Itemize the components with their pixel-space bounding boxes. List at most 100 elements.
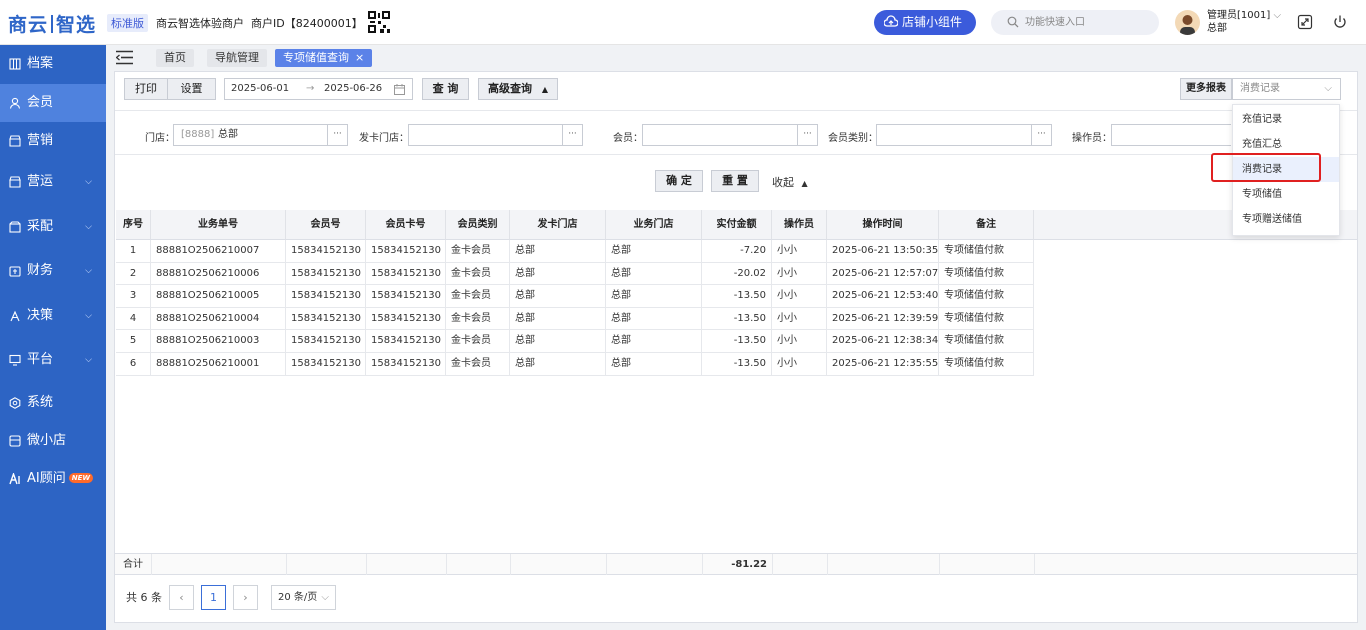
column-header[interactable]: 业务门店 bbox=[606, 210, 702, 240]
date-to[interactable]: 2025-06-26 bbox=[324, 79, 382, 99]
sidebar-item-finance[interactable]: 财务 ⌵ bbox=[0, 252, 106, 290]
fullscreen-icon[interactable] bbox=[1297, 14, 1313, 30]
sidebar-item-archive[interactable]: 档案 bbox=[0, 45, 106, 83]
logo[interactable]: 商云 智选 bbox=[8, 10, 96, 37]
avatar[interactable] bbox=[1175, 10, 1200, 35]
table-cell: 小小 bbox=[772, 353, 827, 376]
table-cell: 88881O2506210003 bbox=[151, 330, 286, 353]
store-label: 门店： bbox=[145, 133, 175, 144]
qr-code-icon[interactable] bbox=[368, 11, 390, 33]
query-button[interactable]: 查 询 bbox=[422, 78, 469, 100]
table-cell: 金卡会员 bbox=[446, 240, 510, 263]
operator-input[interactable] bbox=[1111, 124, 1231, 146]
column-header[interactable]: 操作员 bbox=[772, 210, 827, 240]
advanced-query-button[interactable]: 高级查询 ▲ bbox=[478, 78, 558, 100]
page-number-current[interactable]: 1 bbox=[201, 585, 226, 610]
tab-navigation[interactable]: 导航管理 bbox=[207, 49, 267, 67]
column-header[interactable]: 备注 bbox=[939, 210, 1034, 240]
member-type-input[interactable]: ··· bbox=[876, 124, 1052, 146]
table-footer: 合计 -81.22 bbox=[115, 553, 1357, 575]
calendar-icon[interactable] bbox=[394, 84, 405, 95]
sidebar-item-label: 营运 bbox=[27, 174, 54, 189]
table-cell: 15834152130 bbox=[286, 262, 366, 286]
sidebar-item-marketing[interactable]: 营销 bbox=[0, 122, 106, 160]
chevron-down-icon: ⌵ bbox=[85, 177, 92, 187]
table-cell: 15834152130 bbox=[366, 285, 446, 308]
collapse-toggle[interactable]: 收起 ▲ bbox=[772, 174, 808, 190]
chevron-up-icon: ▲ bbox=[801, 179, 808, 188]
table-cell: 专项储值付款 bbox=[939, 262, 1034, 286]
dropdown-option-special-stored-value[interactable]: 专项储值 bbox=[1233, 182, 1339, 207]
table-row[interactable]: 2 88881O2506210006 15834152130 15834152130 金… bbox=[116, 262, 1034, 286]
table-cell: 金卡会员 bbox=[446, 307, 510, 331]
more-reports-label: 更多报表 bbox=[1180, 78, 1232, 100]
next-page-button[interactable]: › bbox=[233, 585, 258, 610]
member-input[interactable]: ··· bbox=[642, 124, 818, 146]
column-header[interactable]: 实付金额 bbox=[702, 210, 772, 240]
sidebar-item-ai-advisor[interactable]: AI顾问 NEW bbox=[0, 460, 106, 498]
member-type-picker-button[interactable]: ··· bbox=[1031, 125, 1051, 145]
column-header[interactable]: 序号 bbox=[116, 210, 151, 240]
total-amount: -81.22 bbox=[731, 559, 767, 570]
reset-button[interactable]: 重 置 bbox=[711, 170, 759, 192]
store-input[interactable]: [8888] 总部 ··· bbox=[173, 124, 348, 146]
sidebar-item-mini-store[interactable]: 微小店 bbox=[0, 422, 106, 460]
table-cell: 15834152130 bbox=[366, 307, 446, 331]
sidebar-item-decision[interactable]: 决策 ⌵ bbox=[0, 297, 106, 335]
page-size-value: 20 条/页 bbox=[278, 592, 318, 603]
sidebar-item-operations[interactable]: 营运 ⌵ bbox=[0, 163, 106, 201]
power-icon[interactable] bbox=[1332, 14, 1348, 30]
card-store-input[interactable]: ··· bbox=[408, 124, 583, 146]
sidebar-item-member[interactable]: 会员 bbox=[0, 84, 106, 122]
print-button[interactable]: 打印 bbox=[124, 78, 168, 100]
page-size-select[interactable]: 20 条/页 ⌵ bbox=[271, 585, 336, 610]
card-store-picker-button[interactable]: ··· bbox=[562, 125, 582, 145]
table-cell: 2025-06-21 12:57:07 bbox=[827, 262, 939, 286]
menu-toggle-icon[interactable] bbox=[116, 50, 133, 65]
table-row[interactable]: 6 88881O2506210001 15834152130 15834152130 金… bbox=[116, 353, 1034, 376]
confirm-button[interactable]: 确 定 bbox=[655, 170, 703, 192]
table-cell: 2025-06-21 12:35:55 bbox=[827, 353, 939, 376]
date-range-picker[interactable]: 2025-06-01 → 2025-06-26 bbox=[224, 78, 413, 100]
column-header[interactable]: 会员类别 bbox=[446, 210, 510, 240]
table-cell: 总部 bbox=[510, 330, 606, 353]
decision-icon bbox=[10, 310, 20, 322]
close-icon[interactable]: × bbox=[355, 51, 364, 64]
search-icon bbox=[1007, 16, 1019, 28]
tab-special-stored-value[interactable]: 专项储值查询 × bbox=[275, 49, 373, 67]
date-from[interactable]: 2025-06-01 bbox=[231, 79, 289, 99]
sidebar-item-purchasing[interactable]: 采配 ⌵ bbox=[0, 208, 106, 246]
prev-page-button[interactable]: ‹ bbox=[169, 585, 194, 610]
column-header[interactable]: 业务单号 bbox=[151, 210, 286, 240]
member-picker-button[interactable]: ··· bbox=[797, 125, 817, 145]
table-row[interactable]: 1 88881O2506210007 15834152130 15834152130 金… bbox=[116, 240, 1034, 263]
column-header[interactable]: 会员卡号 bbox=[366, 210, 446, 240]
settings-button[interactable]: 设置 bbox=[167, 78, 216, 100]
top-bar: 商云 智选 标准版 商云智选体验商户 商户ID【82400001】 店铺小组件 功… bbox=[0, 0, 1366, 45]
table-row[interactable]: 5 88881O2506210003 15834152130 15834152130 金… bbox=[116, 330, 1034, 353]
column-header[interactable]: 发卡门店 bbox=[510, 210, 606, 240]
table-row[interactable]: 4 88881O2506210004 15834152130 15834152130 金… bbox=[116, 307, 1034, 331]
dropdown-option-special-gift-stored-value[interactable]: 专项赠送储值 bbox=[1233, 207, 1339, 232]
dropdown-option-recharge-records[interactable]: 充值记录 bbox=[1233, 107, 1339, 132]
column-header[interactable]: 会员号 bbox=[286, 210, 366, 240]
column-header[interactable]: 操作时间 bbox=[827, 210, 939, 240]
sidebar-item-system[interactable]: 系统 bbox=[0, 384, 106, 422]
edition-badge: 标准版 bbox=[107, 14, 148, 32]
archive-icon bbox=[9, 58, 21, 70]
table-row[interactable]: 3 88881O2506210005 15834152130 15834152130 金… bbox=[116, 285, 1034, 308]
admin-name: 管理员[1001] bbox=[1207, 10, 1271, 21]
tab-home[interactable]: 首页 bbox=[156, 49, 194, 67]
table-cell: 15834152130 bbox=[286, 353, 366, 376]
sidebar-item-label: 营销 bbox=[27, 133, 54, 148]
operator-label: 操作员： bbox=[1072, 133, 1112, 144]
admin-menu[interactable]: 管理员[1001] ⌵ 总部 bbox=[1207, 9, 1281, 35]
sidebar-item-platform[interactable]: 平台 ⌵ bbox=[0, 341, 106, 379]
store-picker-button[interactable]: ··· bbox=[327, 125, 347, 145]
chevron-down-icon: ⌵ bbox=[85, 222, 92, 232]
store-widget-button[interactable]: 店铺小组件 bbox=[874, 10, 976, 35]
quick-search-input[interactable]: 功能快速入口 bbox=[991, 10, 1159, 35]
table-cell: 3 bbox=[116, 285, 151, 308]
report-select[interactable]: 消费记录 ⌵ bbox=[1232, 78, 1341, 100]
table-cell: 1 bbox=[116, 240, 151, 263]
